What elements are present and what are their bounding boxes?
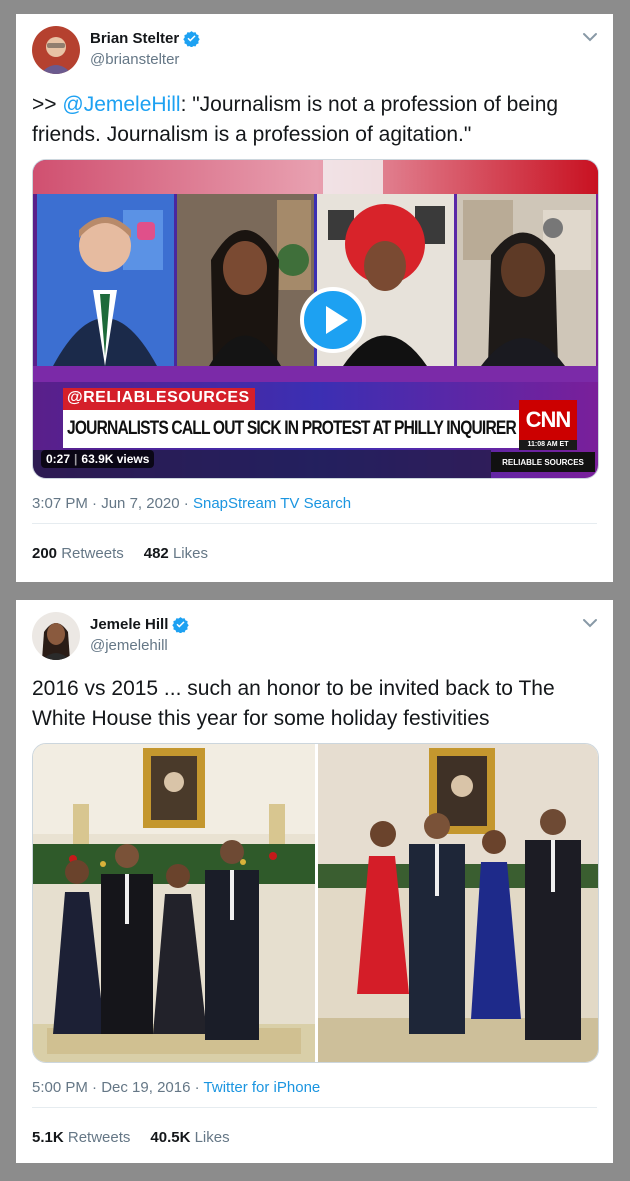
author-name[interactable]: Brian Stelter	[90, 30, 200, 47]
divider	[32, 523, 597, 524]
chevron-down-icon[interactable]	[581, 614, 599, 632]
video-stats-sep: |	[74, 452, 78, 466]
chyron-text: JOURNALISTS CALL OUT SICK IN PROTEST AT …	[67, 418, 517, 439]
tweet-stats: 5.1K Retweets 40.5K Likes	[32, 1129, 230, 1146]
meta-separator: ·	[183, 495, 189, 512]
tweet-source-link[interactable]: SnapStream TV Search	[193, 495, 351, 512]
likes-label: Likes	[172, 545, 208, 562]
photo-grid[interactable]	[32, 743, 599, 1063]
avatar-image	[32, 612, 80, 660]
avatar[interactable]	[32, 26, 80, 74]
verified-badge-icon	[183, 31, 200, 47]
tweet-date[interactable]: Jun 7, 2020	[101, 495, 179, 512]
tweet-date[interactable]: Dec 19, 2016	[101, 1079, 190, 1096]
divider	[32, 1107, 597, 1108]
author-name[interactable]: Jemele Hill	[90, 616, 190, 633]
photo-pair	[33, 744, 598, 1062]
chevron-down-icon[interactable]	[581, 28, 599, 46]
author-name-text: Jemele Hill	[90, 616, 169, 633]
photo-right	[318, 744, 598, 1062]
retweets-stat[interactable]: 5.1K Retweets	[32, 1129, 130, 1146]
tweet-meta: 3:07 PM · Jun 7, 2020 · SnapStream TV Se…	[32, 495, 351, 512]
hashtag-banner: @RELIABLESOURCES	[67, 389, 250, 406]
video-duration: 0:27	[46, 452, 71, 466]
video-views: 63.9K views	[81, 452, 150, 466]
tweet-source-link[interactable]: Twitter for iPhone	[204, 1079, 321, 1096]
retweets-label: Retweets	[67, 1129, 131, 1146]
retweets-count: 200	[32, 545, 58, 562]
play-icon[interactable]	[299, 286, 367, 354]
meta-separator: ·	[194, 1079, 200, 1096]
meta-separator: ·	[92, 495, 98, 512]
likes-count: 482	[143, 545, 169, 562]
mention-link[interactable]: @JemeleHill	[62, 93, 180, 116]
retweets-label: Retweets	[61, 545, 124, 562]
tweet-text: 2016 vs 2015 ... such an honor to be inv…	[32, 677, 555, 730]
retweets-stat[interactable]: 200 Retweets	[32, 545, 124, 562]
retweets-count: 5.1K	[32, 1129, 64, 1146]
tweet-time[interactable]: 5:00 PM	[32, 1079, 88, 1096]
tweet-text-prefix: >>	[32, 93, 63, 116]
tweet-card[interactable]: Jemele Hill @jemelehill 2016 vs 2015 ...…	[16, 600, 613, 1163]
author-handle[interactable]: @brianstelter	[90, 51, 179, 68]
tweet-card[interactable]: Brian Stelter @brianstelter >> @JemeleHi…	[16, 14, 613, 582]
avatar-image	[32, 26, 80, 74]
video-stats: 0:27 | 63.9K views	[41, 450, 155, 468]
tweet-time[interactable]: 3:07 PM	[32, 495, 88, 512]
avatar[interactable]	[32, 612, 80, 660]
likes-label: Likes	[194, 1129, 230, 1146]
tweet-text: >> @JemeleHill: "Journalism is not a pro…	[32, 90, 597, 150]
photo-left	[33, 744, 315, 1062]
likes-count: 40.5K	[150, 1129, 191, 1146]
likes-stat[interactable]: 40.5K Likes	[150, 1129, 229, 1146]
author-handle[interactable]: @jemelehill	[90, 637, 168, 654]
show-name: RELIABLE SOURCES	[502, 458, 584, 467]
verified-badge-icon	[172, 617, 190, 633]
network-logo: CNN	[525, 407, 572, 432]
tweet-stats: 200 Retweets 482 Likes	[32, 545, 208, 562]
video-player[interactable]: @RELIABLESOURCES JOURNALISTS CALL OUT SI…	[32, 159, 599, 479]
likes-stat[interactable]: 482 Likes	[144, 545, 208, 562]
author-name-text: Brian Stelter	[90, 30, 180, 47]
tweet-meta: 5:00 PM · Dec 19, 2016 · Twitter for iPh…	[32, 1079, 320, 1096]
meta-separator: ·	[92, 1079, 98, 1096]
clock-text: 11:08 AM ET	[527, 441, 569, 448]
